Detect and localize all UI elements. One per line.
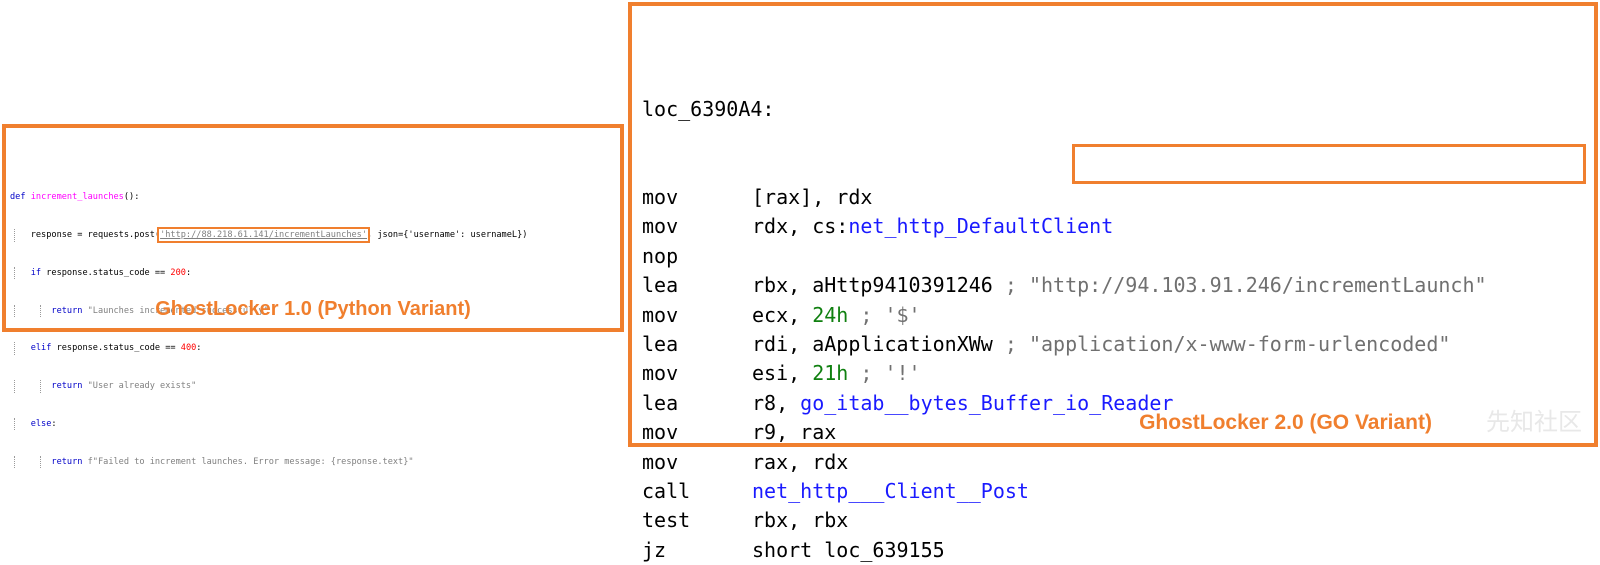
asm-mnemonic: mov xyxy=(642,449,679,474)
asm-mnemonic: call xyxy=(642,478,691,503)
watermark: 先知社区 xyxy=(1486,408,1582,436)
code-text: (): xyxy=(123,192,140,203)
keyword: elif xyxy=(30,343,52,354)
asm-line: lea rdi, aApplicationXWw ; "application/x… xyxy=(642,330,1487,359)
asm-string: "application/x-www-form-urlencoded" xyxy=(1028,331,1451,356)
asm-comment: ; xyxy=(1004,273,1029,298)
asm-line: nop xyxy=(642,242,1487,271)
asm-operand: [rax], rdx xyxy=(752,185,873,210)
string-literal: f"Failed to increment launches. Error me… xyxy=(82,456,414,467)
asm-operand: rax, rdx xyxy=(752,449,849,474)
keyword: return xyxy=(51,456,83,467)
number-literal: 400 xyxy=(180,343,197,354)
asm-string: "http://94.103.91.246/incrementLaunch" xyxy=(1028,273,1487,298)
code-text: : xyxy=(51,418,57,429)
asm-symbol: net_http___Client__Post xyxy=(752,478,1029,503)
asm-symbol: go_itab__bytes_Buffer_io_Reader xyxy=(800,390,1174,415)
asm-line: test rbx, rbx xyxy=(642,506,1487,535)
indent-guide xyxy=(14,266,15,280)
asm-operand: rbx, rbx xyxy=(752,508,849,533)
asm-mnemonic: nop xyxy=(642,243,679,268)
asm-mnemonic: lea xyxy=(642,390,679,415)
asm-operand: rdi, aApplicationXWw xyxy=(752,331,1005,356)
disassembly-listing: loc_6390A4: mov [rax], rdx mov rdx, cs:net_… xyxy=(642,36,1487,565)
asm-line: mov [rax], rdx xyxy=(642,183,1487,212)
code-text: , json={'username': usernameL}) xyxy=(367,229,528,240)
indent-guide xyxy=(14,228,15,242)
python-variant-panel: def increment_launches(): response = req… xyxy=(2,124,624,469)
keyword: if xyxy=(30,267,42,278)
number-literal: 200 xyxy=(170,267,186,278)
asm-comment: ; '$' xyxy=(848,302,921,327)
code-text: response = requests.post( xyxy=(30,229,161,240)
code-line: elif response.status_code == 400: xyxy=(10,342,622,355)
asm-operand: r9, rax xyxy=(752,420,837,445)
asm-label: loc_6390A4: xyxy=(642,96,775,121)
indent-guide xyxy=(14,342,15,355)
function-name: increment_launches xyxy=(30,192,124,203)
go-variant-panel: loc_6390A4: mov [rax], rdx mov rdx, cs:net_… xyxy=(628,2,1598,562)
asm-mnemonic: mov xyxy=(642,185,679,210)
asm-line: lea rbx, aHttp9410391246 ; "http://94.103… xyxy=(642,271,1487,300)
asm-mnemonic: lea xyxy=(642,273,679,298)
c2-url-highlight: 'http://88.218.61.141/incrementLaunches' xyxy=(157,226,371,243)
code-text: : xyxy=(196,343,202,354)
asm-mnemonic: jz xyxy=(642,537,667,562)
indent-guide xyxy=(40,455,41,469)
code-text: : xyxy=(185,267,192,278)
asm-mnemonic: mov xyxy=(642,361,679,386)
asm-line: mov rax, rdx xyxy=(642,448,1487,477)
asm-line: mov rdx, cs:net_http_DefaultClient xyxy=(642,212,1487,241)
asm-mnemonic: mov xyxy=(642,214,679,239)
code-line: else: xyxy=(10,417,622,431)
indent-guide xyxy=(14,417,15,431)
python-variant-caption: GhostLocker 1.0 (Python Variant) xyxy=(155,298,471,320)
asm-mnemonic: lea xyxy=(642,331,679,356)
asm-comment: ; '!' xyxy=(848,361,921,386)
indent-guide xyxy=(40,380,41,393)
code-line: if response.status_code == 200: xyxy=(10,266,622,280)
asm-immediate: 21h xyxy=(812,361,849,386)
string-literal: "User already exists" xyxy=(82,381,197,392)
asm-line: mov ecx, 24h ; '$' xyxy=(642,301,1487,330)
asm-line: jz short loc_639155 xyxy=(642,536,1487,565)
code-line: def increment_launches(): xyxy=(10,191,622,204)
python-code-block: def increment_launches(): response = req… xyxy=(10,166,622,493)
asm-comment: ; xyxy=(1004,331,1029,356)
asm-mnemonic: mov xyxy=(642,420,679,445)
indent-guide xyxy=(14,380,15,393)
asm-immediate: 24h xyxy=(812,302,849,327)
asm-line: mov esi, 21h ; '!' xyxy=(642,359,1487,388)
asm-operand: rdx, cs: xyxy=(752,214,849,239)
asm-operand: esi, xyxy=(752,361,813,386)
asm-line: call net_http___Client__Post xyxy=(642,477,1487,506)
asm-mnemonic: mov xyxy=(642,302,679,327)
go-variant-caption: GhostLocker 2.0 (GO Variant) xyxy=(1139,411,1432,434)
code-line: response = requests.post('http://88.218.… xyxy=(10,226,622,243)
asm-operand: r8, xyxy=(752,390,801,415)
asm-operand: rbx, aHttp9410391246 xyxy=(752,273,1005,298)
indent-guide xyxy=(14,455,15,469)
asm-mnemonic: test xyxy=(642,508,691,533)
asm-operand: ecx, xyxy=(752,302,813,327)
asm-operand: short loc_639155 xyxy=(752,537,945,562)
code-line: return f"Failed to increment launches. E… xyxy=(10,455,622,469)
keyword: def xyxy=(10,192,26,203)
code-line: return "User already exists" xyxy=(10,380,622,393)
keyword: return xyxy=(51,381,83,392)
keyword: else xyxy=(30,418,52,429)
c2-url-highlight xyxy=(1072,144,1586,184)
code-text: response.status_code == xyxy=(41,267,171,278)
code-text: response.status_code == xyxy=(51,343,181,354)
asm-symbol: net_http_DefaultClient xyxy=(848,214,1114,239)
